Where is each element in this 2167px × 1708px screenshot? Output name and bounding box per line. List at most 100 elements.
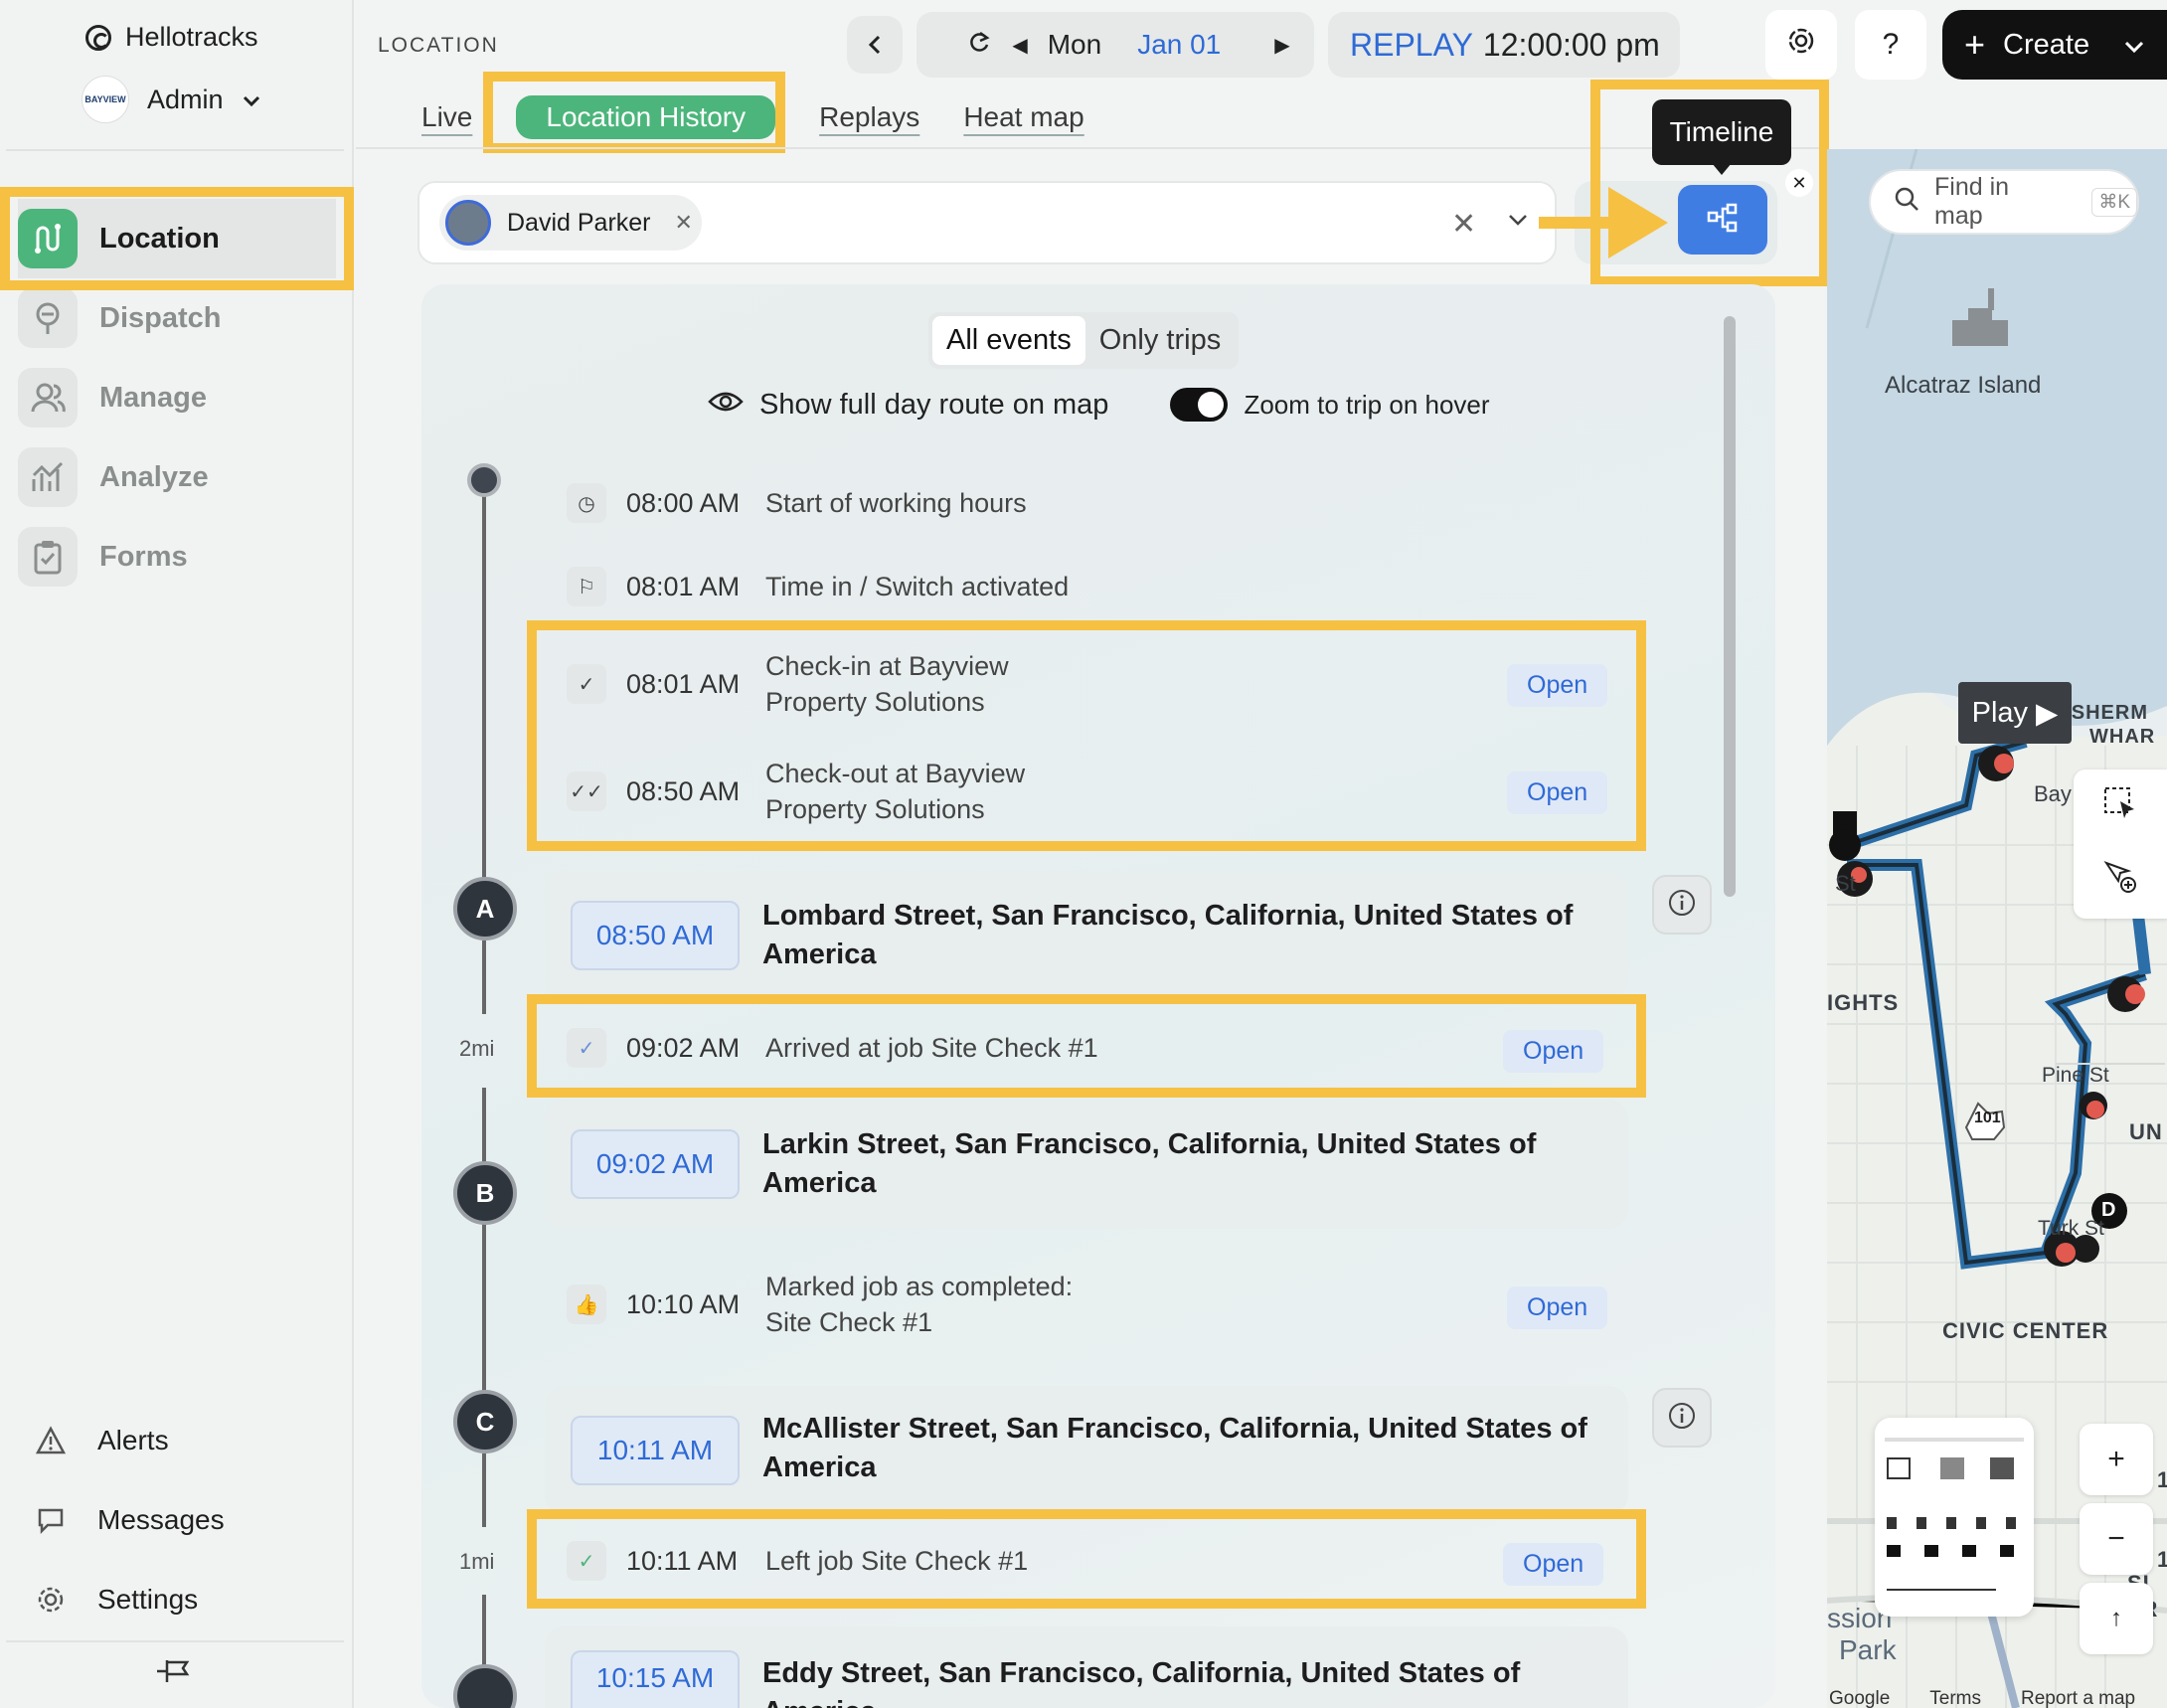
open-button[interactable]: Open [1507, 771, 1608, 814]
timeline-options: Show full day route on map Zoom to trip … [708, 388, 1490, 422]
open-button[interactable]: Open [1503, 1543, 1604, 1586]
timeline-tooltip: Timeline [1652, 99, 1791, 165]
help-button[interactable]: ? [1855, 10, 1926, 80]
map-label: Pine St [2042, 1064, 2109, 1087]
repeat-icon[interactable] [966, 29, 992, 62]
route-icon [18, 209, 78, 268]
event-text: Check-in at Bayview Property Solutions [765, 648, 1009, 720]
replay-time[interactable]: REPLAY 12:00:00 pm [1328, 12, 1680, 78]
sidebar-item-manage[interactable]: Manage [18, 358, 336, 437]
info-button[interactable] [1652, 1388, 1712, 1448]
tab-live[interactable]: Live [421, 95, 472, 139]
brand: Hellotracks [85, 22, 258, 53]
map-label: UN [2129, 1119, 2163, 1144]
report-map-error-link[interactable]: Report a map error [2021, 1688, 2167, 1708]
zoom-out-button[interactable]: − [2080, 1503, 2153, 1575]
timeline-scrollbar[interactable] [1724, 316, 1736, 897]
map-label: CIVIC CENTER [1942, 1318, 2109, 1343]
warning-icon [34, 1424, 68, 1457]
sidebar-item-analyze[interactable]: Analyze [18, 437, 336, 517]
remove-chip-icon[interactable]: ✕ [675, 210, 693, 236]
sidebar-item-label: Settings [97, 1584, 199, 1615]
eye-icon[interactable] [708, 389, 744, 422]
reset-north-button[interactable]: ↑ [2080, 1583, 2153, 1654]
divider [356, 147, 1827, 149]
date-day: Mon [1047, 29, 1102, 60]
map-terms-link[interactable]: Terms [1929, 1688, 1981, 1708]
stop-marker: A [453, 877, 517, 940]
event-time: 09:02 AM [626, 1032, 741, 1063]
zoom-in-button[interactable]: + [2080, 1424, 2153, 1495]
tab-location-history[interactable]: Location History [516, 95, 776, 139]
tab-heat-map[interactable]: Heat map [963, 95, 1084, 139]
timeline-event: ⚐ 08:01 AM Time in / Switch activated [567, 557, 1069, 616]
stop-time: 10:11 AM [571, 1416, 740, 1485]
person-chip[interactable]: David Parker ✕ [439, 195, 702, 251]
caret-left-icon[interactable]: ◀ [1012, 33, 1027, 58]
select-area-icon[interactable] [2102, 785, 2138, 829]
location-tabs: Live Location History Replays Heat map [421, 95, 1084, 139]
all-events-option[interactable]: All events [932, 316, 1085, 365]
sidebar-item-label: Analyze [99, 460, 209, 493]
sidebar-item-location[interactable]: Location [18, 199, 336, 278]
timeline-view-button[interactable] [1678, 185, 1767, 255]
timeline-line [482, 1595, 486, 1674]
sidebar-item-label: Forms [99, 540, 188, 573]
event-text-line: Marked job as completed: [765, 1272, 1074, 1301]
timeline-event: ◷ 08:00 AM Start of working hours [567, 473, 1027, 533]
open-button[interactable]: Open [1503, 1030, 1604, 1073]
info-icon [1667, 888, 1697, 923]
timeline-icon [1706, 201, 1740, 240]
previous-day-button[interactable] [847, 16, 903, 74]
chevron-down-icon[interactable] [1507, 213, 1529, 232]
chevron-down-icon[interactable] [2123, 29, 2145, 62]
sidebar-item-alerts[interactable]: Alerts [34, 1424, 169, 1457]
caret-right-icon[interactable]: ▶ [1274, 33, 1289, 58]
account-switcher[interactable]: BAYVIEW Admin [82, 76, 261, 123]
add-point-icon[interactable] [2102, 859, 2138, 903]
stop-address: Eddy Street, San Francisco, California, … [762, 1657, 1521, 1708]
sidebar-item-dispatch[interactable]: Dispatch [18, 278, 336, 358]
map-label: St [1835, 871, 1856, 896]
stop-time: 08:50 AM [571, 901, 740, 970]
zoom-to-trip-toggle[interactable] [1170, 388, 1229, 422]
sidebar-item-forms[interactable]: Forms [18, 517, 336, 597]
pin-sidebar-icon[interactable] [153, 1656, 193, 1691]
info-button[interactable] [1652, 875, 1712, 935]
stop-address: McAllister Street, San Francisco, Califo… [762, 1410, 1597, 1487]
tooltip-arrow [1712, 163, 1732, 175]
stop-time: 09:02 AM [571, 1129, 740, 1199]
map[interactable]: Alcatraz Island FISHERM WHAR Bay St IGHT… [1827, 149, 2167, 1708]
stop-marker: D [2101, 1199, 2116, 1221]
stop-marker: B [453, 1161, 517, 1225]
chart-icon [18, 447, 78, 507]
map-tools [2074, 769, 2167, 919]
play-label: Play [1971, 696, 2029, 729]
shortcut-hint: ⌘K [2091, 187, 2137, 217]
stop-address-line: America [762, 939, 877, 970]
clear-selection-icon[interactable]: ✕ [1451, 207, 1476, 242]
create-button[interactable]: + Create [1942, 10, 2167, 80]
full-route-label[interactable]: Show full day route on map [759, 389, 1108, 422]
sidebar-item-messages[interactable]: Messages [34, 1503, 225, 1537]
open-button[interactable]: Open [1507, 664, 1608, 707]
stop-marker: C [453, 1390, 517, 1453]
tab-replays[interactable]: Replays [819, 95, 919, 139]
only-trips-option[interactable]: Only trips [1085, 316, 1235, 365]
find-in-map[interactable]: Find in map ⌘K [1869, 169, 2139, 235]
ai-assistant-button[interactable] [1765, 10, 1837, 80]
sidebar-item-settings[interactable]: Settings [34, 1583, 198, 1617]
flag-icon: ⚐ [567, 567, 606, 606]
close-tooltip-icon[interactable]: ✕ [1785, 169, 1813, 197]
event-time: 08:01 AM [626, 571, 741, 601]
brand-name: Hellotracks [125, 22, 258, 52]
search-icon [1893, 185, 1920, 220]
play-button[interactable]: Play ▶ [1958, 682, 2072, 744]
timeline-event: ✓ 08:01 AM Check-in at Bayview Property S… [567, 648, 1009, 720]
open-button[interactable]: Open [1507, 1286, 1608, 1329]
timeline-event: ✓ 10:11 AM Left job Site Check #1 [567, 1531, 1028, 1591]
map-layers-panel[interactable] [1875, 1418, 2034, 1617]
date-value[interactable]: Jan 01 [1137, 29, 1221, 61]
sidebar-item-label: Location [99, 222, 220, 255]
date-picker[interactable]: ◀ Mon Jan 01 ▶ [917, 12, 1314, 78]
